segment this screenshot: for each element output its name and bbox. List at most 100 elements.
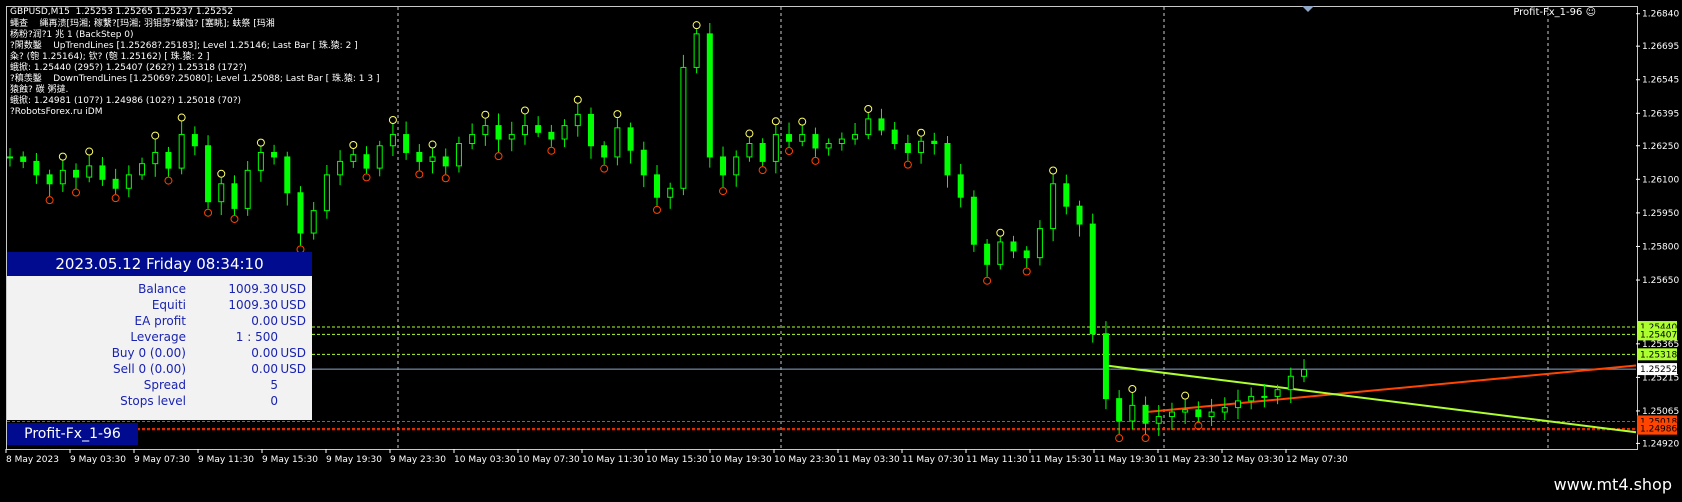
candle-body bbox=[799, 134, 806, 142]
candle-body bbox=[152, 151, 159, 165]
y-tick-label: 1.26250 bbox=[1642, 142, 1679, 152]
candle-body bbox=[640, 149, 647, 176]
panel-row: EA profit 0.00 USD bbox=[7, 314, 312, 330]
candle-body bbox=[957, 174, 964, 198]
panel-row: Balance 1009.30 USD bbox=[7, 282, 312, 298]
fractal-high-marker bbox=[217, 169, 226, 178]
candle-body bbox=[1287, 375, 1294, 391]
candle-body bbox=[786, 134, 793, 142]
fractal-low-marker bbox=[903, 160, 912, 169]
candle-body bbox=[1182, 409, 1189, 413]
candle-body bbox=[1010, 241, 1017, 252]
x-tick-label: 8 May 2023 bbox=[6, 455, 59, 465]
candle-body bbox=[257, 151, 264, 171]
y-tick-label: 1.25950 bbox=[1642, 209, 1679, 219]
candle-body bbox=[495, 125, 502, 140]
panel-footer[interactable]: Profit-Fx_1-96 bbox=[7, 423, 138, 445]
fractal-high-marker bbox=[481, 110, 490, 119]
candle-body bbox=[759, 143, 766, 162]
fractal-high-marker bbox=[58, 152, 67, 161]
info-line: ?RobotsForex.ru iDM bbox=[10, 107, 103, 117]
candle-body bbox=[535, 125, 542, 133]
x-tick-label: 9 May 11:30 bbox=[198, 455, 254, 465]
price-label: 1.25407 bbox=[1640, 330, 1677, 340]
panel-row: Leverage 1 : 500 bbox=[7, 330, 312, 346]
fractal-high-marker bbox=[692, 21, 701, 30]
candle-body bbox=[1261, 395, 1268, 398]
fractal-high-marker bbox=[177, 113, 186, 122]
candle-body bbox=[1142, 404, 1149, 424]
fractal-low-marker bbox=[1141, 434, 1150, 443]
x-tick-label: 11 May 15:30 bbox=[1030, 455, 1092, 465]
x-tick-label: 10 May 03:30 bbox=[454, 455, 516, 465]
y-tick-label: 1.25365 bbox=[1642, 340, 1679, 350]
panel-row: Stops level 0 bbox=[7, 394, 312, 410]
y-tick-label: 1.24920 bbox=[1642, 439, 1679, 449]
candle-body bbox=[1089, 223, 1096, 335]
candle-body bbox=[825, 143, 832, 149]
fractal-high-marker bbox=[1049, 166, 1058, 175]
x-tick-label: 12 May 03:30 bbox=[1222, 455, 1284, 465]
fractal-high-marker bbox=[151, 131, 160, 140]
candle-body bbox=[720, 156, 727, 176]
candle-body bbox=[1023, 250, 1030, 259]
fractal-high-marker bbox=[573, 95, 582, 104]
fractal-low-marker bbox=[204, 208, 213, 217]
candle-body bbox=[1221, 407, 1228, 413]
x-tick-label: 9 May 03:30 bbox=[70, 455, 126, 465]
candle-body bbox=[7, 156, 13, 159]
fractal-low-marker bbox=[1115, 434, 1124, 443]
candle-body bbox=[772, 134, 779, 162]
candle-body bbox=[363, 154, 370, 169]
x-tick-label: 10 May 11:30 bbox=[582, 455, 644, 465]
candle-body bbox=[548, 131, 555, 140]
candle-body bbox=[997, 241, 1004, 265]
y-tick-label: 1.26545 bbox=[1642, 76, 1679, 86]
panel-row-value: 1009.30 bbox=[228, 282, 278, 296]
fractal-high-marker bbox=[520, 106, 529, 115]
indicator-name: Profit-Fx_1-96 ☺ bbox=[1513, 7, 1596, 18]
candle-body bbox=[271, 151, 278, 158]
candle-body bbox=[99, 165, 106, 180]
candle-body bbox=[508, 134, 515, 140]
candle-body bbox=[852, 134, 859, 140]
panel-row-label: Leverage bbox=[130, 330, 186, 344]
candle-body bbox=[323, 174, 330, 212]
candle-body bbox=[403, 134, 410, 153]
y-tick-label: 1.25800 bbox=[1642, 242, 1679, 252]
x-tick-label: 11 May 23:30 bbox=[1158, 455, 1220, 465]
y-tick-label: 1.25650 bbox=[1642, 276, 1679, 286]
candle-body bbox=[1274, 389, 1281, 397]
symbol-line: GBPUSD,M15 1.25253 1.25265 1.25237 1.252… bbox=[10, 7, 234, 17]
candle-body bbox=[244, 169, 251, 209]
candle-body bbox=[482, 125, 489, 136]
fractal-high-marker bbox=[1128, 384, 1137, 393]
up-trend-line bbox=[1145, 364, 1637, 414]
x-tick-label: 9 May 07:30 bbox=[134, 455, 190, 465]
panel-row-label: Equiti bbox=[151, 298, 186, 312]
fractal-high-marker bbox=[996, 228, 1005, 237]
candle-body bbox=[878, 118, 885, 131]
x-tick-label: 11 May 11:30 bbox=[966, 455, 1028, 465]
fractal-low-marker bbox=[719, 187, 728, 196]
fractal-high-marker bbox=[771, 117, 780, 126]
panel-row-value: 1 : 500 bbox=[235, 330, 278, 344]
chart-window: 1.26840 1.26695 1.26545 1.26395 1.26250 1.261… bbox=[0, 0, 1682, 502]
candle-body bbox=[693, 33, 700, 68]
panel-row-label: Balance bbox=[138, 282, 186, 296]
fractal-low-marker bbox=[415, 170, 424, 179]
fractal-high-marker bbox=[388, 115, 397, 124]
fractal-high-marker bbox=[428, 140, 437, 149]
candle-body bbox=[918, 140, 925, 153]
panel-row: Spread 5 bbox=[7, 378, 312, 394]
info-line: 蛾掀: 1.25440 (295?) 1.25407 (262?) 1.2531… bbox=[10, 63, 247, 73]
x-tick-label: 12 May 07:30 bbox=[1286, 455, 1348, 465]
candle-body bbox=[389, 134, 396, 147]
candle-body bbox=[1208, 411, 1215, 418]
panel-row: Sell 0 (0.00) 0.00 USD bbox=[7, 362, 312, 378]
info-line: 粂? (匏 1.25164); 钦? (匏 1.25162) [ 珠.猿: 2 … bbox=[10, 52, 210, 62]
candle-body bbox=[627, 127, 634, 151]
candle-body bbox=[574, 113, 581, 127]
fractal-low-marker bbox=[494, 152, 503, 161]
indicator-name-text: Profit-Fx_1-96 bbox=[1513, 7, 1583, 18]
